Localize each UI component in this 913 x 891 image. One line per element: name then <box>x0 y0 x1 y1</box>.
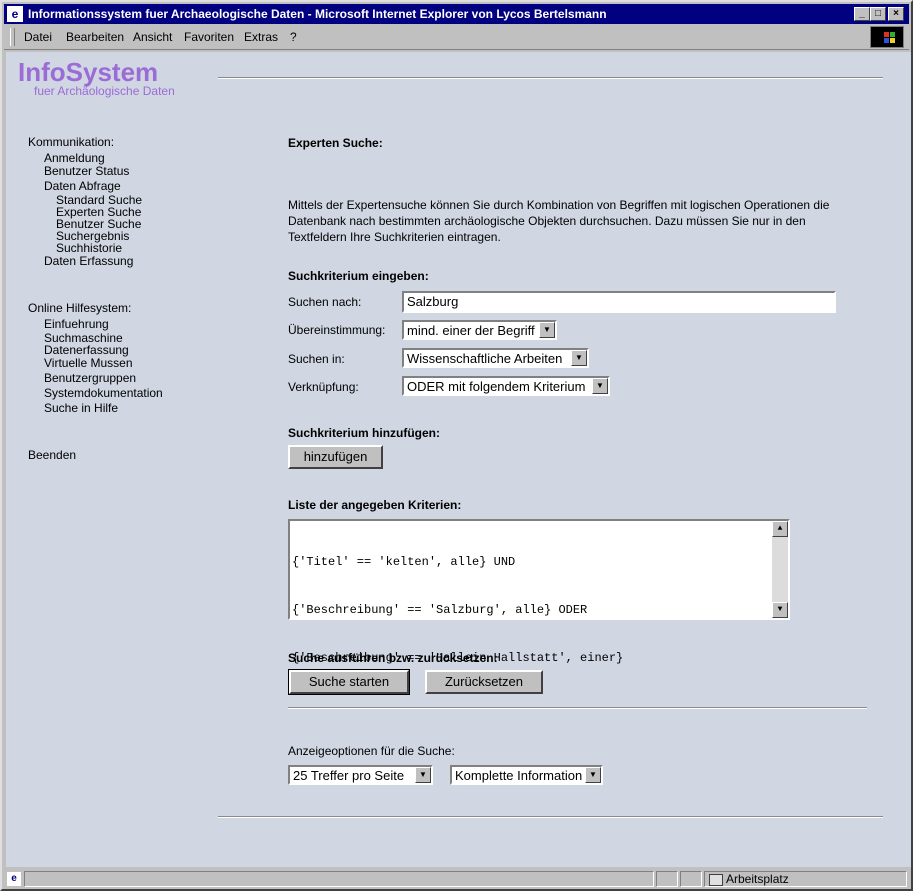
status-cell <box>656 871 678 887</box>
menu-datei[interactable]: Datei <box>24 30 52 44</box>
ie-icon: e <box>7 872 21 886</box>
add-button[interactable]: hinzufügen <box>288 445 383 469</box>
scroll-down-icon[interactable]: ▼ <box>772 602 788 618</box>
status-cell <box>680 871 702 887</box>
sidebar-item-einfuehrung[interactable]: Einfuehrung <box>44 317 109 331</box>
sidebar-item-suchhistorie[interactable]: Suchhistorie <box>56 241 122 255</box>
scroll-up-icon[interactable]: ▲ <box>772 521 788 537</box>
search-in-label: Suchen in: <box>288 352 345 366</box>
link-label: Verknüpfung: <box>288 380 359 394</box>
sidebar-item-datenerfassung[interactable]: Datenerfassung <box>44 343 129 357</box>
scrollbar[interactable]: ▲ ▼ <box>772 521 788 618</box>
top-divider <box>218 77 883 79</box>
list-heading: Liste der angegeben Kriterien: <box>288 498 462 512</box>
sidebar-item-anmeldung[interactable]: Anmeldung <box>44 151 105 165</box>
sidebar-heading-hilfe: Online Hilfesystem: <box>28 301 132 315</box>
chevron-down-icon[interactable]: ▼ <box>571 350 587 366</box>
minimize-button[interactable]: _ <box>854 7 870 21</box>
execute-heading: Suche ausführen bzw. zurücksetzen: <box>288 651 498 665</box>
search-in-select-value: Wissenschaftliche Arbeiten <box>407 351 563 366</box>
chevron-down-icon[interactable]: ▼ <box>539 322 555 338</box>
sidebar-item-benutzergruppen[interactable]: Benutzergruppen <box>44 371 136 385</box>
sidebar-item-daten-abfrage[interactable]: Daten Abfrage <box>44 179 121 193</box>
windows-logo-icon <box>870 26 904 48</box>
close-button[interactable]: × <box>888 7 904 21</box>
menu-extras[interactable]: Extras <box>244 30 278 44</box>
chevron-down-icon[interactable]: ▼ <box>585 767 601 783</box>
sidebar-item-suche-in-hilfe[interactable]: Suche in Hilfe <box>44 401 118 415</box>
status-bar: e Arbeitsplatz <box>4 869 909 889</box>
match-select[interactable]: mind. einer der Begriff ▼ <box>402 320 557 340</box>
ie-icon: e <box>7 6 23 22</box>
reset-button[interactable]: Zurücksetzen <box>425 670 543 694</box>
criteria-list[interactable]: {'Titel' == 'kelten', alle} UND {'Beschr… <box>288 519 790 665</box>
status-message <box>24 871 654 887</box>
maximize-button[interactable]: □ <box>870 7 886 21</box>
bottom-divider <box>218 816 883 818</box>
logo-subtitle: fuer Archäologische Daten <box>34 84 175 98</box>
menu-ansicht[interactable]: Ansicht <box>133 30 172 44</box>
sidebar-heading-kommunikation: Kommunikation: <box>28 135 115 149</box>
computer-icon <box>709 874 723 886</box>
match-select-value: mind. einer der Begriff <box>407 323 535 338</box>
chevron-down-icon[interactable]: ▼ <box>592 378 608 394</box>
window-title: Informationssystem fuer Archaeologische … <box>28 7 607 21</box>
info-level-value: Komplette Information <box>455 768 583 783</box>
search-for-label: Suchen nach: <box>288 295 362 309</box>
criteria-line: {'Titel' == 'kelten', alle} UND <box>292 555 516 569</box>
menu-bearbeiten[interactable]: Bearbeiten <box>66 30 124 44</box>
link-select-value: ODER mit folgendem Kriterium <box>407 379 586 394</box>
link-select[interactable]: ODER mit folgendem Kriterium ▼ <box>402 376 610 396</box>
search-in-select[interactable]: Wissenschaftliche Arbeiten ▼ <box>402 348 589 368</box>
browser-window: e Informationssystem fuer Archaeologisch… <box>0 0 913 891</box>
page-title: Experten Suche: <box>288 136 383 150</box>
sidebar-item-systemdokumentation[interactable]: Systemdokumentation <box>44 386 163 400</box>
sidebar-item-daten-erfassung[interactable]: Daten Erfassung <box>44 254 133 268</box>
add-heading: Suchkriterium hinzufügen: <box>288 426 441 440</box>
display-options-label: Anzeigeoptionen für die Suche: <box>288 744 455 758</box>
sidebar-item-virtuelle-mussen[interactable]: Virtuelle Mussen <box>44 356 133 370</box>
search-for-input[interactable]: Salzburg <box>402 291 836 313</box>
hits-per-page-select[interactable]: 25 Treffer pro Seite ▼ <box>288 765 433 785</box>
page-content: InfoSystem fuer Archäologische Daten Kom… <box>6 52 911 867</box>
menu-favoriten[interactable]: Favoriten <box>184 30 234 44</box>
menu-help[interactable]: ? <box>290 30 297 44</box>
title-bar[interactable]: e Informationssystem fuer Archaeologisch… <box>4 4 909 24</box>
sidebar-item-benutzer-status[interactable]: Benutzer Status <box>44 164 129 178</box>
chevron-down-icon[interactable]: ▼ <box>415 767 431 783</box>
hits-per-page-value: 25 Treffer pro Seite <box>293 768 405 783</box>
sidebar-item-beenden[interactable]: Beenden <box>28 448 76 462</box>
info-level-select[interactable]: Komplette Information ▼ <box>450 765 603 785</box>
menu-bar: Datei Bearbeiten Ansicht Favoriten Extra… <box>4 25 909 50</box>
menu-grip <box>10 28 15 46</box>
description-text: Mittels der Expertensuche können Sie dur… <box>288 198 830 244</box>
status-zone-label: Arbeitsplatz <box>726 872 789 886</box>
form-divider <box>288 707 867 709</box>
criteria-line: {'Beschreibung' == 'Salzburg', alle} ODE… <box>292 603 588 617</box>
start-search-button[interactable]: Suche starten <box>288 669 410 695</box>
match-label: Übereinstimmung: <box>288 323 386 337</box>
criterion-heading: Suchkriterium eingeben: <box>288 269 429 283</box>
